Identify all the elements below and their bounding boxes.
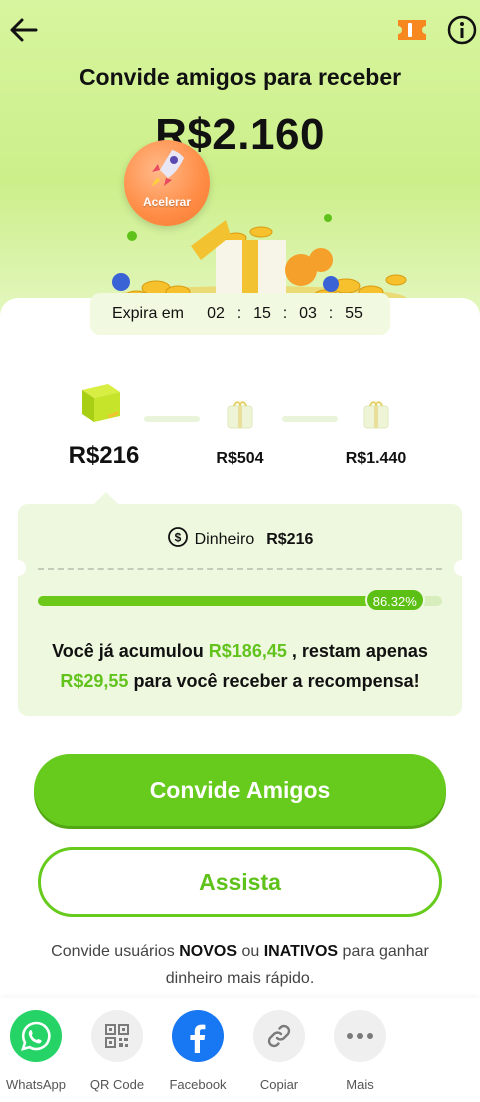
share-bar: WhatsApp QR Code Facebook Copiar Mais	[0, 998, 480, 1102]
timer-separator: :	[236, 305, 242, 322]
reward-panel: $ Dinheiro R$216 86.32% Você já acumulou…	[10, 504, 470, 716]
hint-bold: INATIVOS	[263, 943, 339, 960]
share-whatsapp[interactable]: WhatsApp	[0, 1010, 76, 1092]
hint-text: para ganhar	[338, 943, 429, 960]
rocket-icon	[152, 150, 184, 186]
facebook-icon	[172, 1010, 224, 1062]
locked-gift-icon[interactable]	[360, 398, 392, 435]
svg-text:$: $	[174, 531, 181, 545]
cash-value: R$216	[266, 530, 314, 548]
hint-text: dinheiro mais rápido.	[165, 970, 315, 987]
share-label: Mais	[346, 1077, 374, 1092]
share-label: Facebook	[169, 1077, 227, 1092]
hint-text: Convide usuários	[51, 943, 180, 960]
timer-seconds: 03	[299, 305, 317, 322]
timer-hours: 02	[207, 305, 225, 322]
share-copy-link[interactable]: Copiar	[239, 1010, 319, 1092]
dollar-coin-icon: $	[167, 526, 189, 553]
arrow-left-icon[interactable]	[6, 12, 42, 48]
expiry-label: Expira em	[111, 305, 185, 322]
accelerate-label: Acelerar	[142, 195, 192, 209]
accumulated-amount: R$186,45	[208, 641, 287, 661]
divider	[38, 568, 442, 570]
expiry-timer: Expira em 02 : 15 : 03 : 55	[90, 293, 390, 335]
watch-button[interactable]: Assista	[38, 847, 442, 917]
page-title: Convide amigos para receber	[78, 64, 402, 90]
share-more[interactable]: Mais	[320, 1010, 400, 1092]
step-connector	[282, 416, 338, 422]
step-label: R$1.440	[345, 450, 407, 467]
remaining-amount: R$29,55	[60, 671, 129, 691]
accelerate-button[interactable]: Acelerar	[124, 140, 210, 226]
progress-message: Você já acumulou R$186,45 , restam apena…	[18, 636, 462, 696]
timer-minutes: 15	[253, 305, 271, 322]
gift-box-icon[interactable]	[78, 380, 124, 429]
msg-text: Você já acumulou	[52, 641, 209, 661]
ticket-notch	[10, 560, 26, 576]
share-label: QR Code	[89, 1077, 145, 1092]
link-icon	[253, 1010, 305, 1062]
progress-fill	[38, 596, 387, 606]
invite-friends-button[interactable]: Convide Amigos	[34, 754, 446, 826]
timer-separator: :	[328, 305, 334, 322]
cash-label: Dinheiro	[194, 530, 255, 548]
locked-gift-icon[interactable]	[224, 398, 256, 435]
reward-steps: R$216 R$504 R$1.440	[0, 370, 480, 480]
msg-text: para você receber a recompensa!	[128, 671, 420, 691]
whatsapp-icon	[10, 1010, 62, 1062]
step-pointer	[94, 492, 118, 504]
step-connector	[144, 416, 200, 422]
share-label: Copiar	[259, 1077, 299, 1092]
progress-bar: 86.32%	[38, 588, 442, 612]
info-icon[interactable]	[446, 14, 478, 46]
ticket-icon[interactable]	[396, 16, 428, 44]
hint-text: ou	[237, 943, 264, 960]
hero-banner: Convide amigos para receber R$2.160 Acel…	[0, 0, 480, 330]
invite-hint: Convide usuários NOVOS ou INATIVOS para …	[0, 938, 480, 992]
hint-bold: NOVOS	[179, 943, 238, 960]
share-qr-code[interactable]: QR Code	[77, 1010, 157, 1092]
ticket-notch	[454, 560, 470, 576]
step-label: R$504	[216, 450, 264, 467]
cash-row: $ Dinheiro R$216	[18, 526, 462, 553]
msg-text: , restam apenas	[286, 641, 428, 661]
share-label: WhatsApp	[6, 1077, 66, 1092]
timer-frames: 55	[345, 305, 363, 322]
step-label-active: R$216	[68, 442, 140, 469]
reward-amount: R$2.160	[155, 110, 325, 159]
more-icon	[334, 1010, 386, 1062]
qr-code-icon	[91, 1010, 143, 1062]
progress-badge: 86.32%	[364, 588, 425, 612]
share-facebook[interactable]: Facebook	[158, 1010, 238, 1092]
timer-separator: :	[282, 305, 288, 322]
